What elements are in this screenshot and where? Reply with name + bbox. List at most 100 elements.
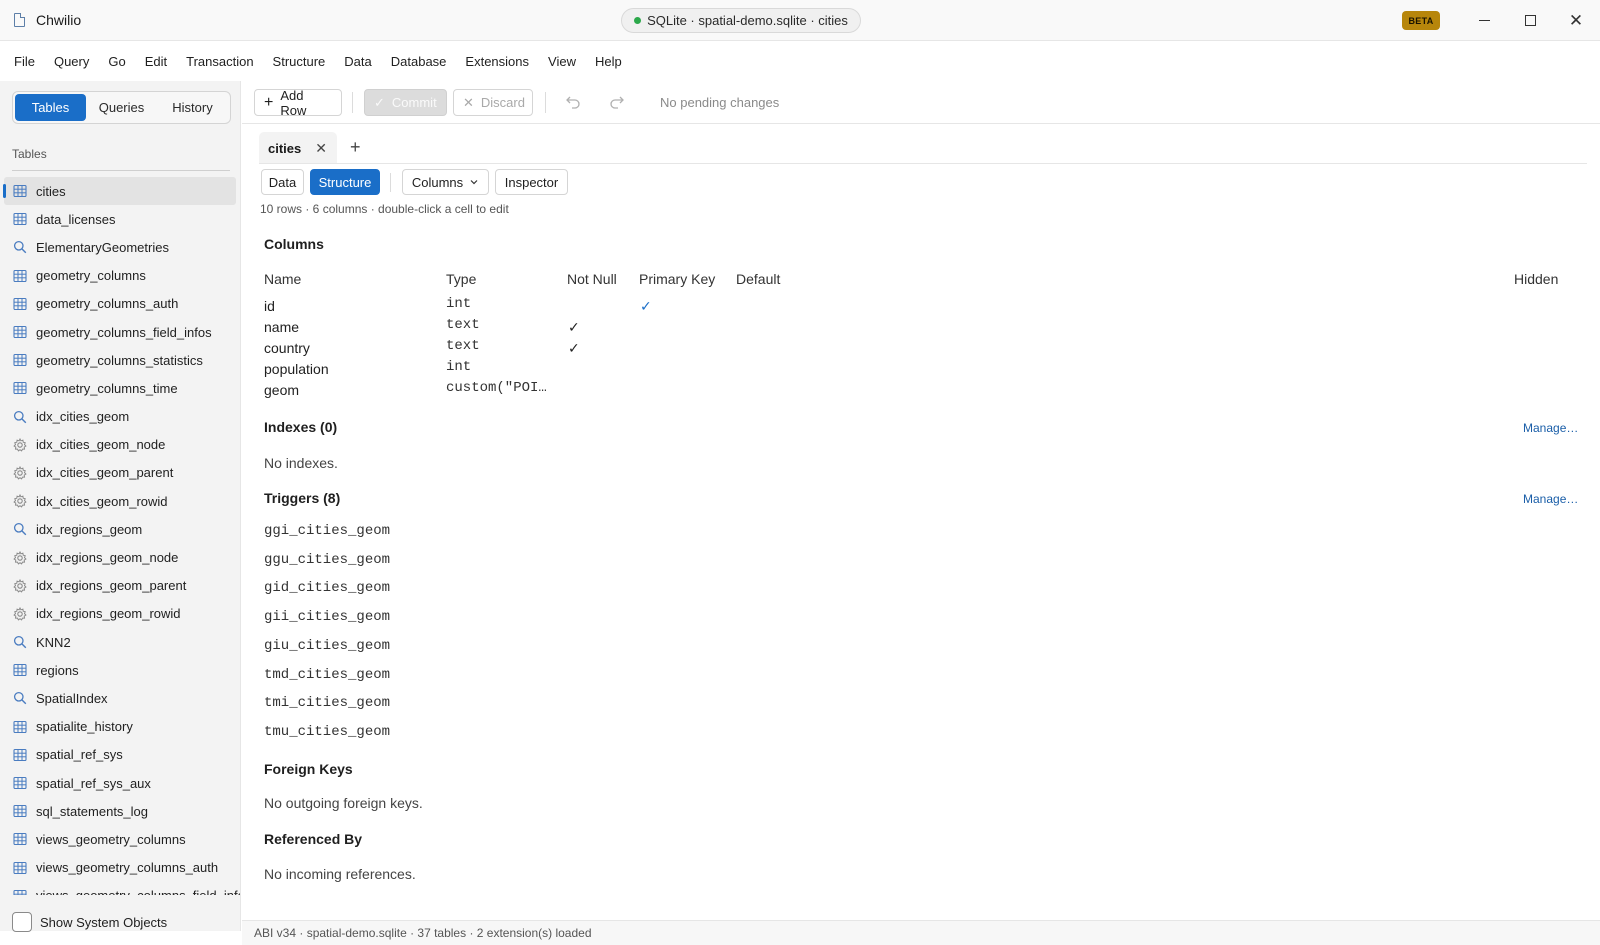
sidebar-item-spatial-ref-sys-aux[interactable]: spatial_ref_sys_aux (0, 769, 240, 797)
sidebar-item-idx-cities-geom-node[interactable]: idx_cities_geom_node (0, 431, 240, 459)
sidebar-item-regions[interactable]: regions (0, 656, 240, 684)
sidebar-item-idx-cities-geom-parent[interactable]: idx_cities_geom_parent (0, 459, 240, 487)
tab-queries[interactable]: Queries (86, 94, 157, 121)
sidebar-item-label: spatial_ref_sys (36, 747, 123, 763)
x-icon: ✕ (463, 94, 474, 110)
column-name-cell: name (264, 319, 300, 335)
sidebar-item-idx-regions-geom[interactable]: idx_regions_geom (0, 515, 240, 543)
minimize-button[interactable] (1461, 0, 1507, 40)
structure-view-button[interactable]: Structure (310, 169, 380, 195)
column-header-type: Type (446, 271, 477, 287)
sidebar-item-spatialindex[interactable]: SpatialIndex (0, 684, 240, 712)
menu-edit[interactable]: Edit (145, 54, 186, 69)
sidebar-item-geometry-columns-auth[interactable]: geometry_columns_auth (0, 290, 240, 318)
sidebar-item-label: geometry_columns_auth (36, 296, 179, 312)
status-bar: ABI v34 · spatial-demo.sqlite · 37 table… (242, 920, 1600, 945)
menu-view[interactable]: View (548, 54, 595, 69)
sidebar-item-label: idx_cities_geom_parent (36, 465, 174, 481)
commit-button[interactable]: ✓ Commit (364, 89, 447, 116)
divider (259, 163, 1587, 164)
sidebar-item-label: idx_regions_geom (36, 521, 143, 537)
connection-status-dot-icon (634, 17, 642, 24)
discard-button[interactable]: ✕ Discard (453, 89, 533, 116)
sidebar-heading: Tables (12, 147, 47, 161)
trigger-item[interactable]: tmd_cities_geom (264, 667, 390, 683)
sidebar-item-idx-cities-geom-rowid[interactable]: idx_cities_geom_rowid (0, 487, 240, 515)
sidebar-item-geometry-columns-time[interactable]: geometry_columns_time (0, 374, 240, 402)
trigger-item[interactable]: gid_cities_geom (264, 580, 390, 596)
trigger-item[interactable]: tmi_cities_geom (264, 695, 390, 711)
table-icon (13, 212, 27, 226)
commit-label: Commit (391, 95, 437, 110)
sidebar-item-geometry-columns[interactable]: geometry_columns (0, 262, 240, 290)
column-name-cell: population (264, 361, 329, 377)
menu-file[interactable]: File (14, 54, 54, 69)
table-icon (13, 776, 27, 790)
sidebar-item-views-geometry-columns-auth[interactable]: views_geometry_columns_auth (0, 854, 240, 882)
sidebar-item-idx-regions-geom-parent[interactable]: idx_regions_geom_parent (0, 572, 240, 600)
sidebar-item-geometry-columns-statistics[interactable]: geometry_columns_statistics (0, 346, 240, 374)
maximize-button[interactable] (1507, 0, 1553, 40)
menu-help[interactable]: Help (595, 54, 641, 69)
trigger-item[interactable]: ggi_cities_geom (264, 523, 390, 539)
menu-query[interactable]: Query (54, 54, 108, 69)
show-system-objects-toggle[interactable]: Show System Objects (12, 912, 167, 932)
menu-transaction[interactable]: Transaction (186, 54, 272, 69)
sidebar-item-views-geometry-columns[interactable]: views_geometry_columns (0, 825, 240, 853)
undo-button[interactable] (562, 91, 584, 113)
sidebar-item-idx-cities-geom[interactable]: idx_cities_geom (0, 403, 240, 431)
menu-go[interactable]: Go (108, 54, 144, 69)
menu-database[interactable]: Database (391, 54, 466, 69)
sidebar-item-idx-regions-geom-node[interactable]: idx_regions_geom_node (0, 543, 240, 571)
divider (12, 170, 230, 171)
connection-pill[interactable]: SQLite · spatial-demo.sqlite · cities (621, 8, 861, 33)
add-row-button[interactable]: + Add Row (254, 88, 342, 118)
data-view-button[interactable]: Data (261, 169, 304, 195)
trigger-item[interactable]: giu_cities_geom (264, 638, 390, 654)
column-type-cell: text (446, 317, 480, 333)
table-icon (13, 804, 27, 818)
trigger-item[interactable]: tmu_cities_geom (264, 724, 390, 740)
minimize-icon (1478, 19, 1490, 21)
show-system-objects-checkbox[interactable] (12, 912, 32, 932)
sidebar-item-sql-statements-log[interactable]: sql_statements_log (0, 797, 240, 825)
sidebar-item-idx-regions-geom-rowid[interactable]: idx_regions_geom_rowid (0, 600, 240, 628)
close-window-button[interactable]: ✕ (1553, 0, 1599, 40)
manage-triggers-link[interactable]: Manage… (1523, 492, 1578, 506)
discard-label: Discard (480, 95, 525, 110)
trigger-item[interactable]: ggu_cities_geom (264, 552, 390, 568)
close-tab-icon[interactable]: ✕ (315, 140, 327, 157)
sidebar-item-spatial-ref-sys[interactable]: spatial_ref_sys (0, 741, 240, 769)
sidebar-item-label: idx_regions_geom_node (36, 550, 179, 566)
tab-cities[interactable]: cities ✕ (259, 132, 337, 164)
pending-status: No pending changes (660, 95, 780, 110)
redo-button[interactable] (606, 91, 628, 113)
show-system-objects-label: Show System Objects (40, 914, 168, 930)
sidebar-item-data-licenses[interactable]: data_licenses (0, 205, 240, 233)
tab-tables[interactable]: Tables (15, 94, 86, 121)
new-tab-button[interactable]: + (350, 137, 361, 158)
manage-indexes-link[interactable]: Manage… (1523, 421, 1578, 435)
sidebar-item-label: idx_regions_geom_parent (36, 578, 187, 594)
menu-extensions[interactable]: Extensions (465, 54, 548, 69)
sidebar-item-label: spatial_ref_sys_aux (36, 775, 151, 791)
table-icon (13, 325, 27, 339)
sidebar-item-knn2[interactable]: KNN2 (0, 628, 240, 656)
menu-data[interactable]: Data (344, 54, 390, 69)
redo-icon (610, 96, 624, 109)
toolbar-divider (545, 92, 546, 113)
sidebar-item-cities[interactable]: cities (3, 177, 236, 206)
tab-history[interactable]: History (157, 94, 228, 121)
tab-label: cities (268, 140, 302, 156)
primary-key-check-icon: ✓ (640, 298, 652, 314)
beta-badge: BETA (1402, 11, 1440, 30)
sidebar-item-elementarygeometries[interactable]: ElementaryGeometries (0, 233, 240, 261)
columns-dropdown[interactable]: Columns (402, 169, 489, 195)
inspector-button[interactable]: Inspector (495, 169, 568, 195)
column-header-default: Default (736, 271, 781, 287)
menu-structure[interactable]: Structure (273, 54, 345, 69)
trigger-item[interactable]: gii_cities_geom (264, 609, 390, 625)
sidebar-item-spatialite-history[interactable]: spatialite_history (0, 713, 240, 741)
sidebar-item-geometry-columns-field-infos[interactable]: geometry_columns_field_infos (0, 318, 240, 346)
sidebar-item-views-geometry-columns-field-info[interactable]: views_geometry_columns_field_info (0, 882, 240, 895)
